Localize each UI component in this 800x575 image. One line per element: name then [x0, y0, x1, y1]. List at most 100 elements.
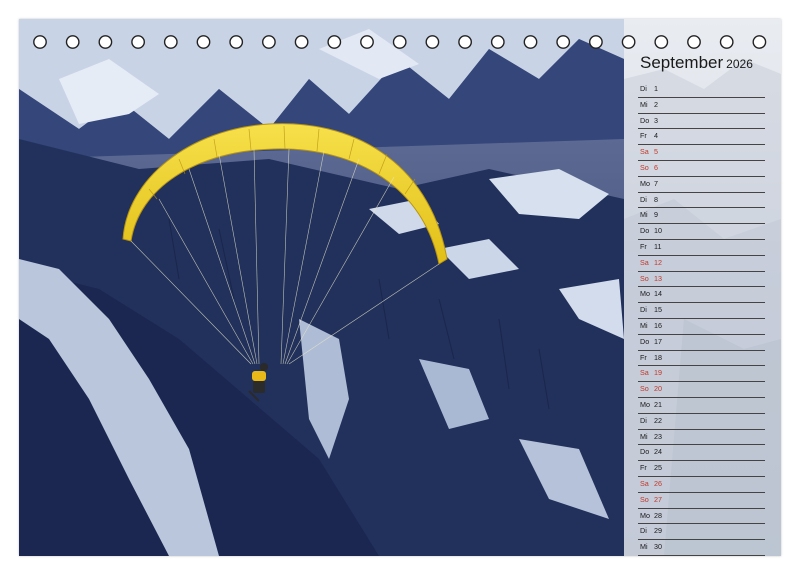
- day-of-week: Fr: [640, 463, 647, 473]
- day-number: 18: [654, 352, 662, 362]
- binding-ring-hole: [294, 35, 309, 49]
- day-row: Mi 9: [638, 208, 765, 225]
- day-row: Fr 18: [638, 351, 765, 367]
- day-row: Mo 28: [638, 509, 765, 525]
- day-number: 16: [654, 320, 662, 330]
- day-of-week: Sa: [640, 257, 649, 267]
- binding-ring-hole: [360, 35, 374, 49]
- day-row: Sa 12: [638, 256, 765, 272]
- binding-ring-hole: [523, 35, 538, 49]
- day-number: 25: [654, 463, 662, 473]
- day-of-week: Mi: [640, 210, 648, 220]
- binding-ring-hole: [33, 35, 47, 49]
- day-row: Fr 11: [638, 240, 765, 256]
- day-number: 23: [654, 431, 662, 441]
- day-row: So 27: [638, 493, 765, 509]
- paraglider-photo: [19, 19, 624, 556]
- day-number: 4: [654, 131, 658, 141]
- day-of-week: Do: [640, 447, 650, 457]
- day-of-week: Sa: [640, 368, 649, 378]
- binding-ring-hole: [719, 35, 734, 49]
- day-of-week: Di: [640, 194, 647, 204]
- day-row: Di 29: [638, 524, 765, 541]
- day-row: Mi 30: [638, 540, 765, 556]
- month-year: 2026: [726, 57, 753, 71]
- day-number: 20: [654, 384, 662, 394]
- day-row: Mi 2: [638, 98, 765, 114]
- month-title: September 2026: [640, 53, 753, 73]
- day-number: 19: [654, 368, 662, 378]
- day-of-week: Mo: [640, 178, 650, 188]
- day-row: Do 10: [638, 224, 765, 240]
- day-number: 13: [654, 273, 662, 283]
- day-row: Di 8: [638, 193, 765, 209]
- calendar-panel: September 2026 Di 1 Mi 2 Do 3 Fr 4 Sa 5 So 6 Mo 7 Di 8 Mi…: [624, 19, 781, 556]
- day-row: Mo 14: [638, 287, 765, 304]
- binding-ring-hole: [196, 35, 211, 49]
- day-of-week: Do: [640, 115, 650, 125]
- day-number: 9: [654, 210, 658, 220]
- day-of-week: So: [640, 384, 649, 394]
- day-of-week: Mo: [640, 399, 650, 409]
- binding-ring-hole: [621, 35, 636, 49]
- day-number: 6: [654, 162, 658, 172]
- day-of-week: Mi: [640, 320, 648, 330]
- day-number: 24: [654, 447, 662, 457]
- binding-ring-hole: [327, 35, 342, 49]
- binding-ring-hole: [752, 35, 767, 49]
- day-of-week: So: [640, 273, 649, 283]
- day-number: 10: [654, 226, 662, 236]
- day-number: 28: [654, 510, 662, 520]
- day-number: 3: [654, 115, 658, 125]
- day-row: Sa 5: [638, 145, 765, 161]
- binding-ring-hole: [458, 35, 472, 49]
- day-number: 29: [654, 526, 662, 536]
- day-row: Mo 7: [638, 177, 765, 193]
- binding-ring-hole: [131, 35, 146, 49]
- day-row: So 13: [638, 272, 765, 288]
- day-of-week: Mi: [640, 542, 648, 552]
- day-of-week: Mi: [640, 431, 648, 441]
- day-number: 14: [654, 289, 662, 299]
- binding-ring-hole: [229, 35, 244, 49]
- day-row: Di 1: [638, 82, 765, 98]
- binding-ring-hole: [654, 35, 669, 49]
- day-row: So 6: [638, 161, 765, 177]
- binding-ring-hole: [425, 35, 440, 49]
- day-number: 7: [654, 178, 658, 188]
- day-number: 8: [654, 194, 658, 204]
- day-row: Mi 16: [638, 319, 765, 335]
- day-row: Di 22: [638, 414, 765, 430]
- binding-ring-hole: [65, 35, 80, 49]
- day-of-week: Mi: [640, 99, 648, 109]
- day-number: 26: [654, 478, 662, 488]
- binding-ring-hole: [392, 35, 407, 49]
- day-of-week: Mo: [640, 289, 650, 299]
- day-of-week: Fr: [640, 241, 647, 251]
- day-row: Do 3: [638, 114, 765, 130]
- day-number: 1: [654, 84, 658, 93]
- day-of-week: Fr: [640, 352, 647, 362]
- day-of-week: Di: [640, 526, 647, 536]
- day-of-week: Di: [640, 305, 647, 315]
- binding-ring-hole: [163, 35, 178, 49]
- binding-ring-hole: [98, 35, 113, 49]
- day-of-week: Mo: [640, 510, 650, 520]
- calendar-page: September 2026 Di 1 Mi 2 Do 3 Fr 4 Sa 5 So 6 Mo 7 Di 8 Mi…: [19, 19, 781, 556]
- day-list: Di 1 Mi 2 Do 3 Fr 4 Sa 5 So 6 Mo 7 Di 8 Mi 9 Do 10 Fr 11 Sa 12 S…: [638, 82, 765, 556]
- day-number: 27: [654, 494, 662, 504]
- day-row: Di 15: [638, 303, 765, 319]
- day-number: 21: [654, 399, 662, 409]
- day-of-week: Fr: [640, 131, 647, 141]
- month-name: September: [640, 53, 724, 72]
- day-row: So 20: [638, 382, 765, 398]
- day-of-week: Do: [640, 336, 650, 346]
- day-row: Mi 23: [638, 430, 765, 446]
- day-number: 22: [654, 415, 662, 425]
- day-of-week: Sa: [640, 147, 649, 157]
- day-number: 12: [654, 257, 662, 267]
- binding-ring-hole: [687, 35, 701, 49]
- day-number: 17: [654, 336, 662, 346]
- day-row: Do 17: [638, 335, 765, 351]
- day-of-week: Do: [640, 226, 650, 236]
